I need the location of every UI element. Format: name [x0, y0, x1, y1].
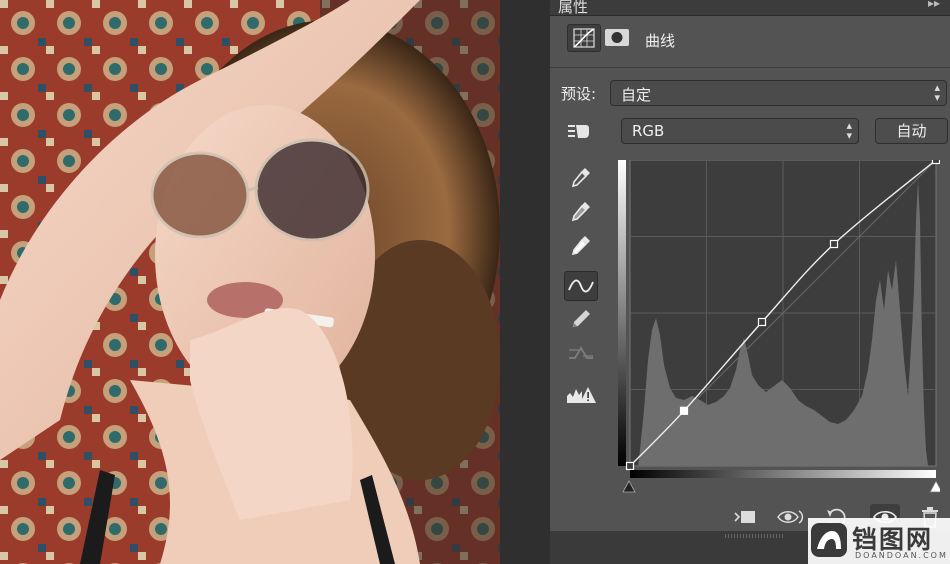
divider — [550, 67, 950, 68]
smooth-curve-icon[interactable] — [564, 338, 598, 368]
clip-to-layer-icon[interactable] — [730, 504, 760, 530]
canvas-gutter — [500, 0, 550, 564]
pencil-draw-icon[interactable] — [564, 304, 598, 334]
black-input-slider[interactable] — [622, 480, 636, 493]
curve-point[interactable] — [757, 317, 767, 327]
panel-collapse-icon[interactable]: ▸▸ — [928, 0, 940, 10]
properties-panel: 属性 ▸▸ 曲线 预设: 自定 ▴ ▾ RGB ▴ ▾ 自动 — [550, 0, 950, 564]
curves-adjustment-icon[interactable] — [567, 24, 601, 52]
watermark-subtext: DOANDOAN.COM — [855, 551, 948, 560]
curve-point[interactable] — [679, 406, 689, 415]
updown-chevron-icon: ▴ ▾ — [934, 81, 940, 104]
edit-points-curve-icon[interactable] — [564, 271, 598, 301]
preset-value: 自定 — [621, 86, 652, 104]
preset-dropdown[interactable]: 自定 ▴ ▾ — [610, 80, 947, 106]
on-image-adjust-icon[interactable] — [564, 116, 598, 146]
adjustment-name: 曲线 — [645, 32, 676, 50]
watermark: 铛图网 DOANDOAN.COM — [808, 518, 950, 564]
white-point-eyedropper-icon[interactable] — [564, 231, 598, 261]
curve-point[interactable] — [829, 239, 839, 249]
input-gradient-bar — [630, 470, 936, 478]
panel-header: 属性 ▸▸ — [550, 0, 950, 16]
curve-point[interactable] — [931, 160, 940, 165]
black-point-eyedropper-icon[interactable] — [564, 163, 598, 193]
white-input-slider[interactable] — [929, 480, 940, 493]
gray-point-eyedropper-icon[interactable] — [564, 197, 598, 227]
image-canvas[interactable] — [0, 0, 500, 564]
auto-button[interactable]: 自动 — [875, 118, 948, 144]
channel-value: RGB — [632, 122, 665, 140]
clipping-warning-icon[interactable] — [564, 380, 598, 410]
channel-dropdown[interactable]: RGB ▴ ▾ — [621, 118, 859, 144]
preset-label: 预设: — [561, 85, 597, 103]
updown-chevron-icon: ▴ ▾ — [846, 119, 852, 142]
curves-graph[interactable] — [618, 160, 940, 495]
watermark-logo-icon — [811, 523, 847, 557]
panel-title: 属性 — [558, 0, 589, 16]
output-gradient-bar — [618, 160, 626, 466]
resize-grip[interactable] — [725, 534, 785, 538]
curve-point[interactable] — [625, 461, 635, 471]
photo-illustration — [0, 0, 500, 564]
layer-mask-icon[interactable] — [602, 24, 632, 52]
view-previous-state-icon[interactable] — [775, 504, 805, 530]
